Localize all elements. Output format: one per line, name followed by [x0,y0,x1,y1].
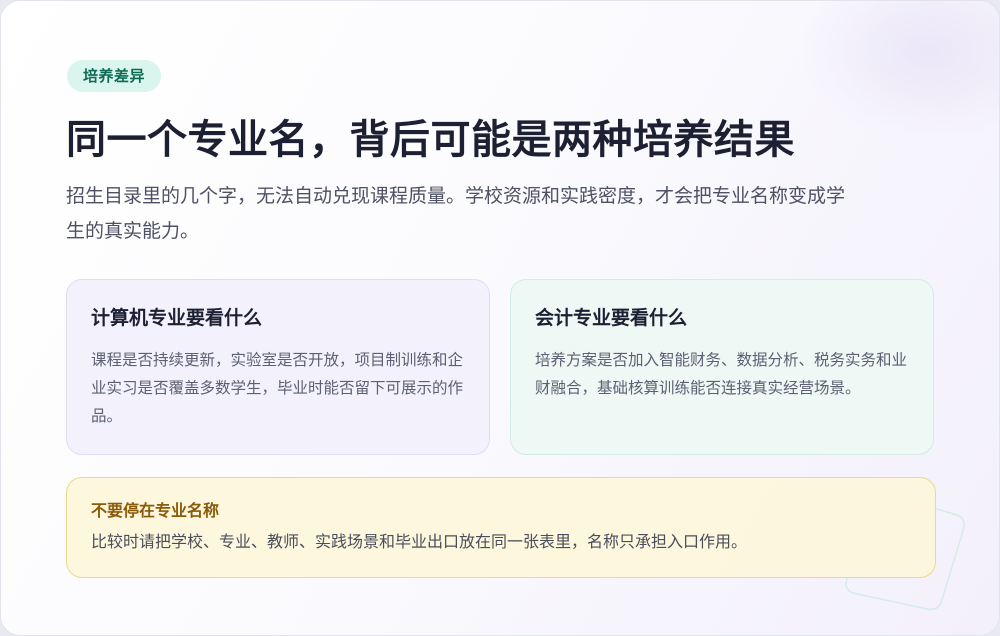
page-title: 同一个专业名，背后可能是两种培养结果 [66,117,795,163]
notice-title: 不要停在专业名称 [91,501,220,520]
page-subtitle: 招生目录里的几个字，无法自动兑现课程质量。学校资源和实践密度，才会把专业名称变成… [66,185,846,242]
panel-body: 课程是否持续更新，实验室是否开放，项目制训练和企业实习是否覆盖多数学生，毕业时能… [91,351,464,425]
background-glow [799,1,999,141]
accounting-panel: 会计专业要看什么 培养方案是否加入智能财务、数据分析、税务实务和业财融合，基础核… [510,279,934,455]
category-tag: 培养差异 [67,60,162,92]
panel-title: 计算机专业要看什么 [91,307,263,329]
panel-title: 会计专业要看什么 [535,307,688,329]
content-card: 培养差异 同一个专业名，背后可能是两种培养结果 招生目录里的几个字，无法自动兑现… [0,0,1000,636]
notice-callout: 不要停在专业名称 比较时请把学校、专业、教师、实践场景和毕业出口放在同一张表里，… [66,477,936,578]
panel-body: 培养方案是否加入智能财务、数据分析、税务实务和业财融合，基础核算训练能否连接真实… [535,351,908,397]
computer-science-panel: 计算机专业要看什么 课程是否持续更新，实验室是否开放，项目制训练和企业实习是否覆… [66,279,490,455]
notice-body: 比较时请把学校、专业、教师、实践场景和毕业出口放在同一张表里，名称只承担入口作用… [91,532,748,551]
